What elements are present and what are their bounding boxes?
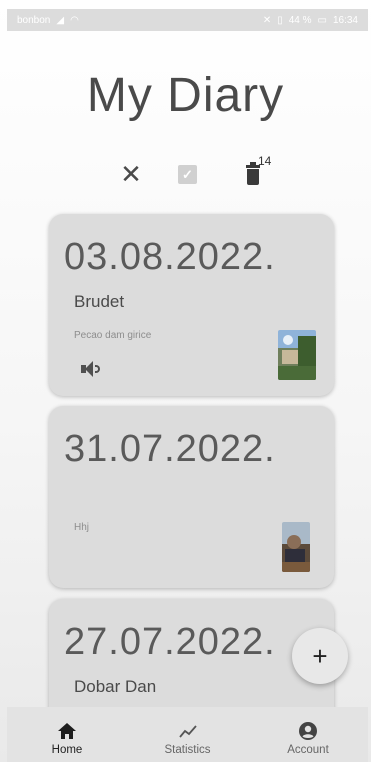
delete-count-badge: 14 [258, 154, 272, 168]
add-entry-button[interactable]: + [292, 628, 348, 684]
entry-date: 31.07.2022. [64, 428, 276, 470]
nav-item-statistics[interactable]: Statistics [128, 707, 248, 762]
diary-entry-card[interactable]: 31.07.2022. Hhj [49, 406, 334, 588]
nav-label-account: Account [287, 744, 329, 756]
page-title: My Diary [86, 69, 285, 122]
status-bar: bonbon ◢ ◠ ✕ ▯ 44 % ▭ 16:34 [7, 9, 368, 31]
entry-date: 03.08.2022. [64, 236, 276, 278]
clock: 16:34 [332, 14, 358, 26]
bottom-nav: Home Statistics Account [7, 707, 368, 762]
checkbox-icon[interactable]: ✓ [178, 165, 197, 184]
speaker-icon[interactable] [81, 360, 103, 378]
nav-item-home[interactable]: Home [7, 707, 127, 762]
nav-label-statistics: Statistics [164, 744, 211, 756]
wifi-icon: ◠ [70, 14, 79, 26]
entry-title: Brudet [74, 292, 125, 311]
account-circle-icon [299, 720, 317, 742]
vibrate-icon: ▯ [277, 14, 283, 26]
diary-entry-card[interactable]: 03.08.2022. Brudet Pecao dam girice [49, 214, 334, 396]
nav-label-home: Home [51, 744, 83, 756]
battery-percent: 44 % [288, 14, 312, 26]
entry-text: Pecao dam girice [74, 330, 152, 341]
battery-icon: ▭ [317, 14, 327, 26]
nav-item-account[interactable]: Account [248, 707, 368, 762]
entry-text: Hhj [74, 522, 90, 533]
mute-icon: ✕ [262, 14, 272, 26]
chart-line-icon [178, 720, 197, 742]
entry-date: 27.07.2022. [64, 621, 276, 663]
selection-toolbar: ✕ ✓ [0, 158, 371, 192]
entry-photo[interactable] [282, 522, 310, 572]
signal-icon: ◢ [56, 14, 65, 26]
entry-photo[interactable] [278, 330, 316, 380]
home-icon [58, 720, 76, 742]
close-icon[interactable]: ✕ [118, 159, 144, 189]
carrier-label: bonbon [17, 14, 51, 26]
entry-title: Dobar Dan [74, 677, 157, 696]
